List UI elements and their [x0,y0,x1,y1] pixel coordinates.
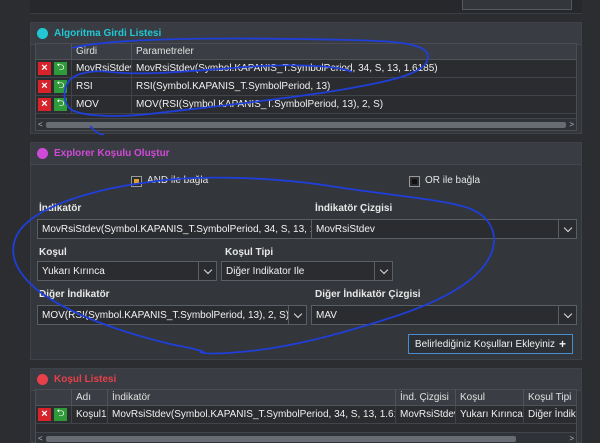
condition-list-grid: Adı İndikatör İnd. Çizgisi Koşul Koşul T… [35,389,577,443]
chevron-down-icon[interactable] [374,262,392,280]
algo-input-panel: Algoritma Girdi Listesi Girdi Parametrel… [30,22,582,134]
and-checkbox[interactable] [131,176,142,187]
algo-horizontal-scrollbar[interactable]: < > [36,118,576,130]
condition-col-indicator[interactable]: İndikatör [108,390,396,405]
scroll-thumb[interactable] [46,436,516,442]
algo-grid-header: Girdi Parametreler [36,44,576,60]
condition-type-select[interactable]: Diğer İndikator İle [221,261,393,281]
algo-panel-header: Algoritma Girdi Listesi [31,23,581,45]
condition-col-line[interactable]: İnd. Çizgisi [396,390,456,405]
scroll-right-icon[interactable]: > [569,119,574,131]
chevron-down-icon[interactable] [198,262,216,280]
condition-type-value: Diğer İndikator İle [226,265,305,277]
chevron-down-icon[interactable] [558,306,576,324]
condition-name-cell: Koşul1 [72,405,108,424]
condition-label: Koşul [39,247,67,258]
delete-icon[interactable]: × [38,80,51,93]
other-indicator-select[interactable]: MOV(RSI(Symbol.KAPANIS_T.SymbolPeriod, 1… [37,305,307,325]
add-conditions-button[interactable]: Belirlediğiniz Koşulları Ekleyiniz + [407,334,573,354]
algo-input-grid: Girdi Parametreler × ⮌ MovRsiStdev MovRs… [35,43,577,131]
plus-icon: + [558,337,566,351]
indicator-line-label: İndikatör Çizgisi [315,203,393,214]
top-strip [30,0,582,14]
condition-type-cell: Diğer İndikat [528,408,576,420]
other-indicator-line-label: Diğer İndikatör Çizgisi [315,289,421,300]
row-actions: × ⮌ [36,95,72,114]
row-actions: × ⮌ [36,77,72,96]
indicator-line-select[interactable]: MovRsiStdev [311,219,577,239]
other-indicator-line-value: MAV [316,309,337,321]
other-indicator-label: Diğer İndikatör [39,289,110,300]
condition-panel-title: Koşul Listesi [54,374,117,385]
go-icon[interactable]: ⮌ [54,98,67,111]
explorer-panel-header: Explorer Koşulu Oluştur [31,143,581,165]
condition-line-cell: MovRsiStdev [396,405,456,424]
connect-options: AND ile bağla OR ile bağla [31,173,581,191]
chevron-down-icon[interactable] [288,306,306,324]
condition-condition-cell: Yukarı Kırınca [456,405,524,424]
explorer-condition-panel: Explorer Koşulu Oluştur AND ile bağla OR… [30,142,582,360]
condition-value: Yukarı Kırınca [42,265,105,277]
algo-input-cell: RSI [72,77,132,96]
condition-dot-icon [37,374,48,385]
condition-actions-header [36,390,72,405]
or-checkbox[interactable] [409,176,420,187]
or-label: OR ile bağla [425,175,481,186]
delete-icon[interactable]: × [38,62,51,75]
other-indicator-value: MOV(RSI(Symbol.KAPANIS_T.SymbolPeriod, 1… [42,309,288,321]
condition-col-condition[interactable]: Koşul [456,390,524,405]
chevron-down-icon[interactable] [558,220,576,238]
table-row[interactable]: × ⮌ RSI RSI(Symbol.KAPANIS_T.SymbolPerio… [36,77,576,96]
delete-icon[interactable]: × [38,408,51,421]
top-tab[interactable] [462,0,572,10]
algo-col-input[interactable]: Girdi [72,44,132,59]
and-label: AND ile bağla [147,175,209,186]
algo-input-cell: MovRsiStdev [72,59,132,78]
algo-params-cell: MOV(RSI(Symbol.KAPANIS_T.SymbolPeriod, 1… [136,98,384,110]
condition-col-type[interactable]: Koşul Tipi [524,390,576,405]
go-icon[interactable]: ⮌ [54,80,67,93]
indicator-select[interactable]: MovRsiStdev(Symbol.KAPANIS_T.SymbolPerio… [37,219,331,239]
condition-grid-header: Adı İndikatör İnd. Çizgisi Koşul Koşul T… [36,390,576,406]
add-conditions-label: Belirlediğiniz Koşulları Ekleyiniz [414,338,555,350]
scroll-thumb[interactable] [46,122,566,128]
algo-col-params[interactable]: Parametreler [132,44,576,59]
table-row[interactable]: × ⮌ MovRsiStdev MovRsiStdev(Symbol.KAPAN… [36,59,576,78]
go-icon[interactable]: ⮌ [54,408,67,421]
algo-params-cell: MovRsiStdev(Symbol.KAPANIS_T.SymbolPerio… [136,62,438,74]
algo-params-cell: RSI(Symbol.KAPANIS_T.SymbolPeriod, 13) [136,80,331,92]
explorer-panel-title: Explorer Koşulu Oluştur [54,148,170,159]
indicator-value: MovRsiStdev(Symbol.KAPANIS_T.SymbolPerio… [42,223,312,235]
go-icon[interactable]: ⮌ [54,62,67,75]
scroll-left-icon[interactable]: < [38,433,43,443]
algo-actions-header [36,44,72,59]
delete-icon[interactable]: × [38,98,51,111]
row-actions: × ⮌ [36,405,72,424]
algo-panel-title: Algoritma Girdi Listesi [54,28,162,39]
row-actions: × ⮌ [36,59,72,78]
condition-horizontal-scrollbar[interactable]: < > [36,432,576,443]
condition-col-name[interactable]: Adı [72,390,108,405]
algo-input-cell: MOV [72,95,132,114]
condition-panel-header: Koşul Listesi [31,369,581,391]
condition-select[interactable]: Yukarı Kırınca [37,261,217,281]
table-row[interactable]: × ⮌ MOV MOV(RSI(Symbol.KAPANIS_T.SymbolP… [36,95,576,114]
condition-list-panel: Koşul Listesi Adı İndikatör İnd. Çizgisi… [30,368,582,443]
condition-type-label: Koşul Tipi [225,247,274,258]
table-row[interactable]: × ⮌ Koşul1 MovRsiStdev(Symbol.KAPANIS_T.… [36,405,576,424]
explorer-dot-icon [37,148,48,159]
other-indicator-line-select[interactable]: MAV [311,305,577,325]
indicator-line-value: MovRsiStdev [316,223,375,235]
indicator-label: İndikatör [39,203,82,214]
scroll-left-icon[interactable]: < [38,119,43,131]
algo-dot-icon [37,28,48,39]
condition-indicator-cell: MovRsiStdev(Symbol.KAPANIS_T.SymbolPerio… [108,405,396,424]
scroll-right-icon[interactable]: > [569,433,574,443]
